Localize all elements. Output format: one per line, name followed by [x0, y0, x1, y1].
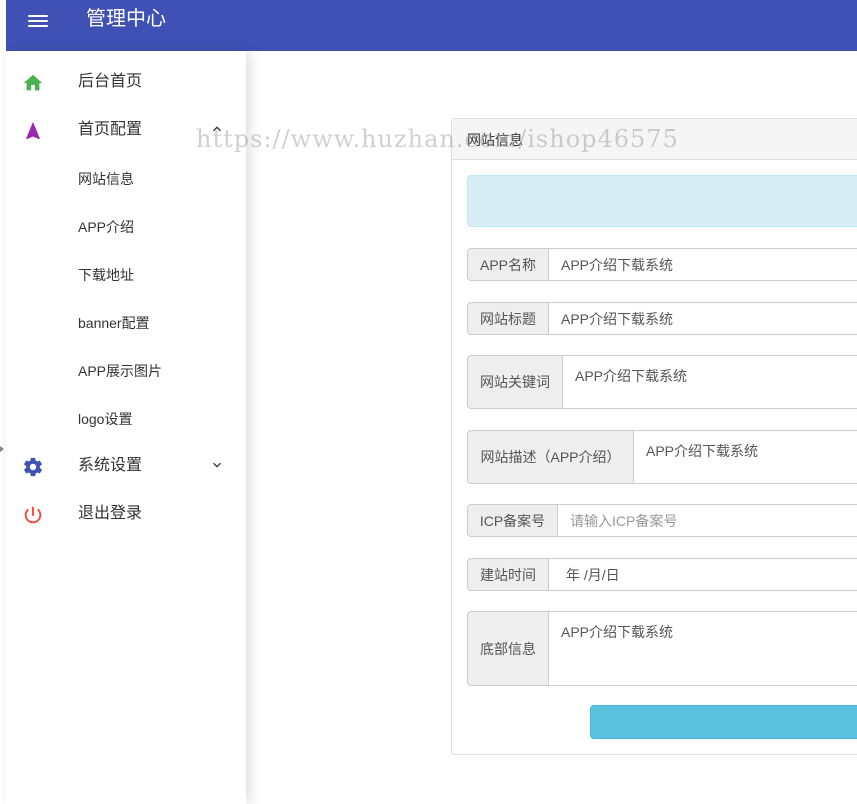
site-info-panel: 网站信息 APP名称 APP介绍下载系统 网站标题 APP介绍下载系统 网站关键… [451, 118, 857, 755]
description-textarea[interactable]: APP介绍下载系统 [634, 430, 857, 484]
sidebar-subitem-label: 下载地址 [78, 267, 134, 283]
sidebar-item-home[interactable]: 后台首页 [6, 58, 246, 106]
info-alert [467, 175, 857, 227]
panel-title: 网站信息 [467, 132, 523, 148]
sidebar-subitem-app-images[interactable]: APP展示图片 [6, 347, 246, 395]
panel-heading: 网站信息 [452, 119, 857, 160]
form-row-description: 网站描述（APP介绍） APP介绍下载系统 [467, 430, 857, 484]
sidebar-item-label: 系统设置 [78, 457, 143, 474]
field-label: 网站标题 [467, 302, 549, 335]
form-row-icp: ICP备案号 请输入ICP备案号 [467, 504, 857, 537]
sidebar-subitem-label: APP展示图片 [78, 363, 163, 379]
field-label: ICP备案号 [467, 504, 558, 537]
sidebar-item-homepage-config[interactable]: 首页配置 [6, 106, 246, 154]
sidebar-subitem-label: 网站信息 [78, 171, 134, 187]
sidebar-subitem-label: banner配置 [78, 315, 150, 331]
founded-date-input[interactable]: 年 /月/日 [549, 558, 857, 591]
chevron-up-icon [213, 126, 221, 132]
field-label: 底部信息 [467, 611, 549, 686]
sidebar-subitem-site-info[interactable]: 网站信息 [6, 155, 246, 203]
sidebar: 后台首页 首页配置 网站信息 APP介绍 下载地址 banner配置 APP展示… [6, 51, 246, 804]
chevron-down-icon [213, 462, 221, 468]
gear-icon [24, 457, 42, 477]
hamburger-icon[interactable] [28, 12, 50, 30]
form-row-site-title: 网站标题 APP介绍下载系统 [467, 302, 857, 335]
footer-info-textarea[interactable]: APP介绍下载系统 [549, 611, 857, 686]
top-app-bar: 管理中心 [6, 0, 857, 51]
form-row-founded-date: 建站时间 年 /月/日 [467, 558, 857, 591]
form-row-footer-info: 底部信息 APP介绍下载系统 [467, 611, 857, 686]
sidebar-item-system-settings[interactable]: 系统设置 [6, 442, 246, 490]
navigation-icon [26, 121, 40, 140]
app-name-input[interactable]: APP介绍下载系统 [549, 248, 857, 281]
sidebar-subitem-label: logo设置 [78, 411, 133, 427]
sidebar-subitem-logo-settings[interactable]: logo设置 [6, 395, 246, 443]
sidebar-subitem-download-url[interactable]: 下载地址 [6, 251, 246, 299]
sidebar-subitem-app-intro[interactable]: APP介绍 [6, 203, 246, 251]
sidebar-subitem-banner-config[interactable]: banner配置 [6, 299, 246, 347]
home-icon [23, 74, 43, 91]
sidebar-item-label: 退出登录 [78, 505, 143, 522]
power-icon [24, 506, 42, 524]
field-label: 网站关键词 [467, 355, 563, 409]
sidebar-subitem-label: APP介绍 [78, 219, 135, 235]
submit-button[interactable] [590, 705, 857, 739]
icp-input[interactable]: 请输入ICP备案号 [558, 504, 857, 537]
sidebar-item-label: 首页配置 [78, 121, 143, 138]
field-label: APP名称 [467, 248, 549, 281]
keywords-textarea[interactable]: APP介绍下载系统 [563, 355, 857, 409]
app-title: 管理中心 [86, 8, 166, 30]
field-label: 建站时间 [467, 558, 549, 591]
site-title-input[interactable]: APP介绍下载系统 [549, 302, 857, 335]
sidebar-item-logout[interactable]: 退出登录 [6, 490, 246, 538]
sidebar-item-label: 后台首页 [78, 73, 143, 90]
form-row-keywords: 网站关键词 APP介绍下载系统 [467, 355, 857, 409]
form-row-app-name: APP名称 APP介绍下载系统 [467, 248, 857, 281]
expand-arrow-icon[interactable] [0, 446, 4, 452]
field-label: 网站描述（APP介绍） [467, 430, 634, 484]
